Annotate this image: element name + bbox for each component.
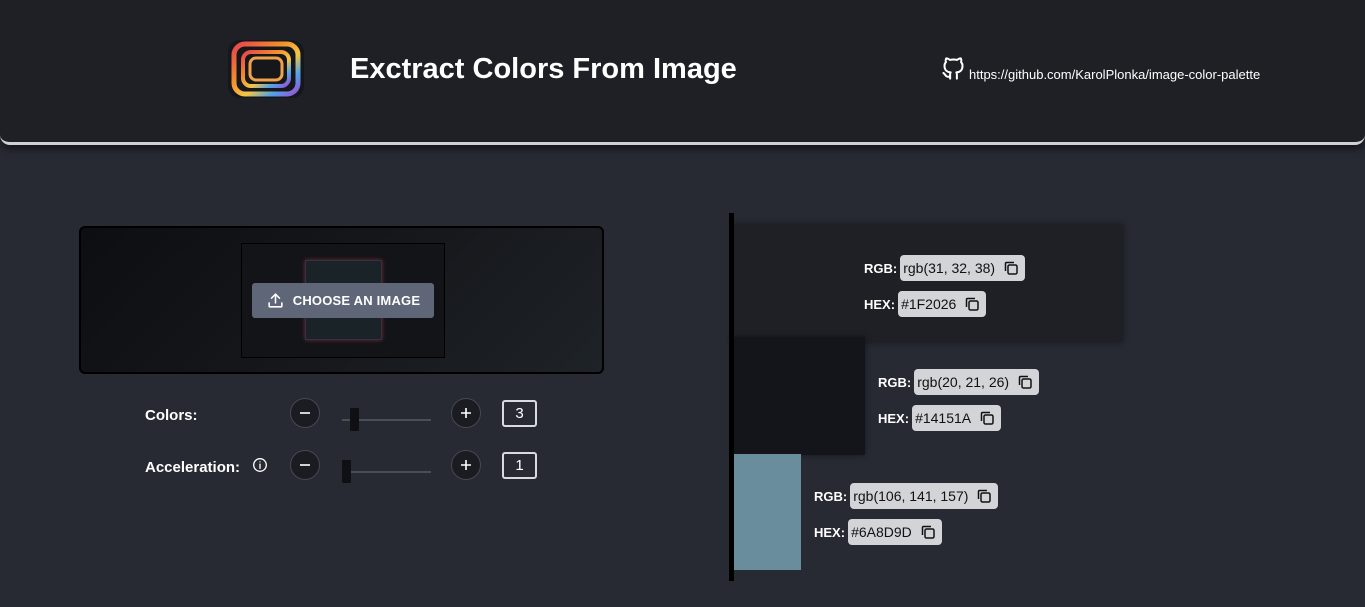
acceleration-increment-button[interactable] — [451, 450, 481, 480]
page-title: Exctract Colors From Image — [350, 53, 737, 85]
image-upload-panel[interactable]: CHOOSE AN IMAGE — [79, 226, 604, 374]
copy-icon[interactable] — [963, 295, 981, 313]
choose-image-label: CHOOSE AN IMAGE — [292, 293, 421, 308]
hex-chip[interactable]: #14151A — [912, 405, 1002, 431]
swatch-3-hex-row: HEX: #6A8D9D — [814, 519, 942, 545]
rgb-value: rgb(20, 21, 26) — [917, 374, 1010, 390]
acceleration-value: 1 — [502, 452, 537, 479]
copy-icon[interactable] — [975, 487, 993, 505]
hex-key: HEX: — [878, 410, 910, 426]
hex-value: #6A8D9D — [851, 524, 912, 540]
swatch-2-rgb-row: RGB: rgb(20, 21, 26) — [878, 369, 1040, 395]
swatch-1-hex-row: HEX: #1F2026 — [864, 291, 987, 317]
rgb-value: rgb(106, 141, 157) — [853, 488, 969, 504]
rgb-chip[interactable]: rgb(31, 32, 38) — [900, 255, 1026, 281]
github-icon — [942, 57, 964, 80]
colors-label: Colors: — [145, 407, 198, 424]
acceleration-label: Acceleration: — [145, 459, 241, 476]
rgb-key: RGB: — [814, 488, 848, 504]
app-header: Exctract Colors From Image https://githu… — [0, 0, 1365, 145]
swatch-3-rgb-row: RGB: rgb(106, 141, 157) — [814, 483, 999, 509]
colors-decrement-button[interactable] — [290, 398, 320, 428]
upload-icon — [268, 293, 283, 308]
copy-icon[interactable] — [978, 409, 996, 427]
copy-icon[interactable] — [919, 523, 937, 541]
choose-image-button[interactable]: CHOOSE AN IMAGE — [252, 283, 434, 318]
plus-icon — [461, 408, 471, 418]
hex-chip[interactable]: #6A8D9D — [848, 519, 942, 545]
hex-chip[interactable]: #1F2026 — [898, 291, 987, 317]
plus-icon — [461, 460, 471, 470]
github-repo-link[interactable]: https://github.com/KarolPlonka/image-col… — [940, 54, 1260, 83]
minus-icon — [300, 412, 310, 414]
rgb-key: RGB: — [864, 260, 898, 276]
palette-swatch-1 — [734, 224, 1123, 342]
palette-swatch-3 — [734, 454, 801, 570]
acceleration-slider-thumb[interactable] — [342, 460, 351, 483]
copy-icon[interactable] — [1016, 373, 1034, 391]
hex-key: HEX: — [814, 524, 846, 540]
swatch-2-hex-row: HEX: #14151A — [878, 405, 1002, 431]
colors-value: 3 — [502, 400, 537, 427]
copy-icon[interactable] — [1002, 259, 1020, 277]
info-icon[interactable] — [252, 457, 268, 473]
palette-swatch-2 — [734, 337, 865, 455]
swatch-1-rgb-row: RGB: rgb(31, 32, 38) — [864, 255, 1026, 281]
hex-value: #1F2026 — [901, 296, 957, 312]
image-preview: CHOOSE AN IMAGE — [241, 243, 445, 358]
rgb-key: RGB: — [878, 374, 912, 390]
colors-slider-thumb[interactable] — [350, 408, 359, 431]
github-repo-url[interactable]: https://github.com/KarolPlonka/image-col… — [969, 67, 1260, 83]
hex-key: HEX: — [864, 296, 896, 312]
rgb-chip[interactable]: rgb(106, 141, 157) — [850, 483, 999, 509]
colors-increment-button[interactable] — [451, 398, 481, 428]
rgb-value: rgb(31, 32, 38) — [903, 260, 996, 276]
rainbow-frame-logo-icon — [228, 40, 304, 98]
acceleration-slider[interactable] — [342, 471, 431, 473]
rgb-chip[interactable]: rgb(20, 21, 26) — [914, 369, 1040, 395]
minus-icon — [300, 464, 310, 466]
acceleration-decrement-button[interactable] — [290, 450, 320, 480]
hex-value: #14151A — [915, 410, 972, 426]
